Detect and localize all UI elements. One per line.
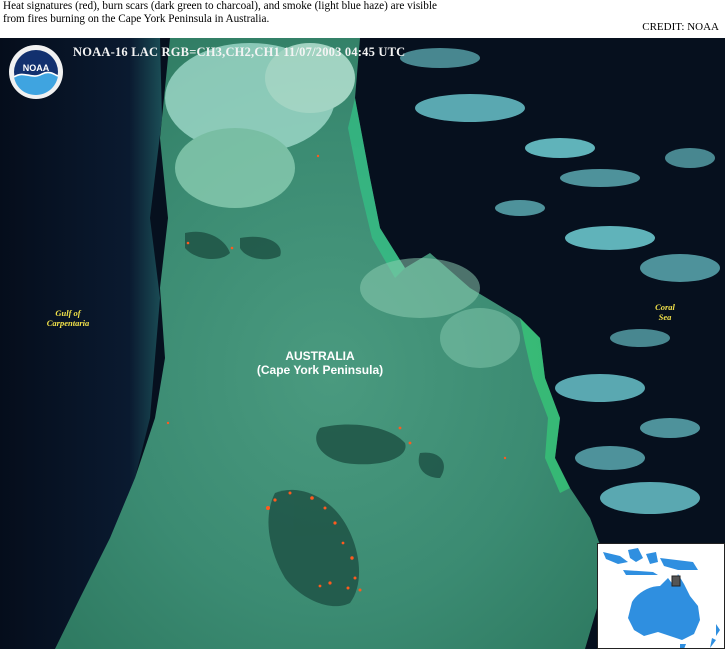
australia-label-line-1: AUSTRALIA (285, 349, 355, 363)
satellite-image: NOAA NOAA-16 LAC RGB=CH3,CH2,CH1 11/07/2… (0, 38, 725, 649)
locator-inset-map (597, 543, 725, 649)
noaa-logo-text: NOAA (23, 63, 50, 73)
coral-sea-label: Coral Sea (640, 302, 690, 322)
coral-sea-label-line-1: Coral (655, 302, 675, 312)
coral-sea-label-line-2: Sea (658, 312, 672, 322)
gulf-label: Gulf of Carpentaria (38, 308, 98, 328)
australia-label: AUSTRALIA (Cape York Peninsula) (232, 349, 408, 377)
noaa-logo: NOAA (8, 44, 64, 100)
caption-line-1: Heat signatures (red), burn scars (dark … (3, 0, 437, 12)
credit-label: CREDIT: NOAA (642, 21, 719, 33)
australia-label-line-2: (Cape York Peninsula) (256, 363, 384, 377)
inset-highlight-box (671, 575, 681, 587)
caption-line-2: from fires burning on the Cape York Peni… (3, 13, 270, 25)
gulf-label-line-2: Carpentaria (46, 318, 90, 328)
image-caption: Heat signatures (red), burn scars (dark … (3, 0, 603, 38)
gulf-label-line-1: Gulf of (55, 308, 81, 318)
satellite-title: NOAA-16 LAC RGB=CH3,CH2,CH1 11/07/2003 0… (73, 45, 406, 59)
